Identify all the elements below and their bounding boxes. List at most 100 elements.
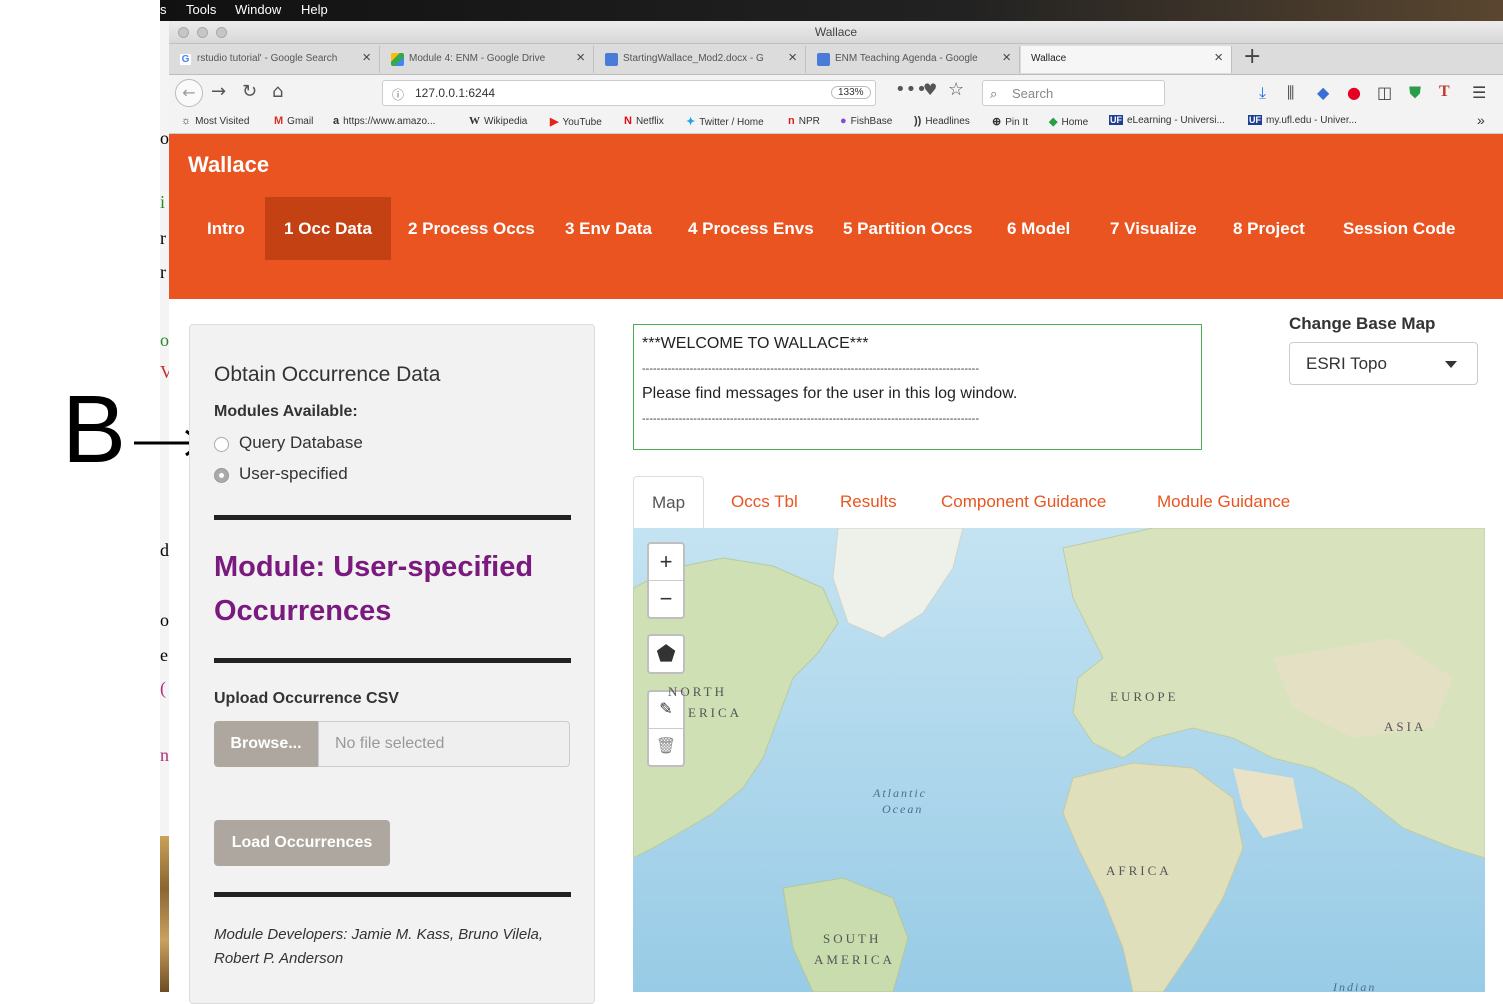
bookmark-amazon[interactable]: a https://www.amazo... (333, 115, 435, 127)
close-tab-icon[interactable]: × (576, 49, 585, 66)
bookmark-pin-it[interactable]: ⊕ Pin It (992, 115, 1028, 128)
divider (214, 515, 571, 520)
bookmark-fishbase[interactable]: ● FishBase (840, 115, 892, 127)
map-label-north-america: ERICA (688, 705, 742, 720)
close-tab-icon[interactable]: × (788, 49, 797, 66)
new-tab-icon[interactable]: + (1243, 44, 1261, 69)
pocket-icon[interactable]: ♥ (923, 80, 937, 99)
extension-icon[interactable]: ◆ (1317, 83, 1329, 102)
gmail-icon: M (274, 115, 284, 127)
close-tab-icon[interactable]: × (1002, 49, 1011, 66)
bookmark-most-visited[interactable]: ☼ Most Visited (181, 115, 249, 127)
zoom-in-button[interactable]: + (649, 544, 683, 580)
modules-available-label: Modules Available: (214, 403, 358, 420)
url-text: 127.0.0.1:6244 (415, 86, 496, 100)
shield-icon[interactable]: ⛊ (1409, 83, 1421, 103)
forward-arrow-icon[interactable]: → (211, 81, 226, 102)
nav-tab-process-occs[interactable]: 2 Process Occs (408, 197, 535, 260)
nav-tab-visualize[interactable]: 7 Visualize (1110, 197, 1197, 260)
browser-tab[interactable]: ENM Teaching Agenda - Google × (807, 46, 1020, 73)
more-bookmarks-icon[interactable]: » (1477, 112, 1485, 128)
library-icon[interactable]: ⫼ (1287, 83, 1294, 103)
browser-tab[interactable]: G rstudio tutorial' - Google Search × (169, 46, 380, 73)
nav-tab-intro[interactable]: Intro (207, 197, 245, 260)
background-text-fragment: e (160, 645, 168, 665)
nav-tab-partition-occs[interactable]: 5 Partition Occs (843, 197, 972, 260)
download-icon[interactable]: ⤓ (1259, 83, 1266, 103)
nav-tab-env-data[interactable]: 3 Env Data (565, 197, 652, 260)
nav-tab-model[interactable]: 6 Model (1007, 197, 1070, 260)
zoom-out-button[interactable]: − (649, 580, 683, 617)
app-header: Wallace Intro 1 Occ Data 2 Process Occs … (169, 134, 1503, 299)
nav-tab-session-code[interactable]: Session Code (1343, 197, 1455, 260)
close-tab-icon[interactable]: × (362, 49, 371, 66)
url-bar[interactable]: ⓘ 127.0.0.1:6244 133% (382, 80, 876, 106)
browser-tab[interactable]: Module 4: ENM - Google Drive × (381, 46, 594, 73)
bookmark-youtube[interactable]: ▶ YouTube (550, 115, 602, 128)
back-arrow-icon[interactable]: ← (175, 79, 203, 107)
trash-icon[interactable]: 🗑 (649, 728, 683, 765)
info-icon[interactable]: ⓘ (392, 86, 404, 103)
browse-button[interactable]: Browse... (214, 721, 318, 767)
tab-occs-tbl[interactable]: Occs Tbl (731, 476, 798, 528)
background-text-fragment: r (160, 228, 166, 248)
menu-item-help[interactable]: Help (301, 2, 328, 17)
window-title: Wallace (814, 25, 858, 39)
background-window-strip: o i r r o V d o e ( n (160, 0, 169, 992)
home-icon[interactable]: ⌂ (272, 81, 283, 102)
tab-component-guidance[interactable]: Component Guidance (941, 476, 1106, 528)
module-title: Module: User-specified Occurrences (214, 551, 534, 627)
background-text-fragment: d (160, 540, 169, 560)
bookmark-home[interactable]: ◆ Home (1049, 115, 1088, 128)
sidebar-icon[interactable]: ◫ (1377, 83, 1392, 102)
draw-polygon-control: ⬟ (647, 634, 685, 674)
polygon-icon[interactable]: ⬟ (649, 636, 683, 672)
pinterest-icon[interactable]: ● (1347, 83, 1361, 102)
bookmark-gmail[interactable]: M Gmail (274, 115, 313, 127)
caret-down-icon (1445, 361, 1457, 368)
browser-tab-strip: G rstudio tutorial' - Google Search × Mo… (169, 44, 1503, 75)
bookmarks-bar: ☼ Most Visited M Gmail a https://www.amazo.… (169, 111, 1503, 134)
menu-item[interactable]: s (160, 2, 167, 17)
app-brand[interactable]: Wallace (188, 152, 269, 178)
bookmark-star-icon[interactable]: ☆ (948, 79, 964, 100)
tab-module-guidance[interactable]: Module Guidance (1157, 476, 1290, 528)
bookmark-wikipedia[interactable]: W Wikipedia (469, 115, 527, 127)
bookmark-headlines[interactable]: )) Headlines (914, 115, 970, 127)
menu-icon[interactable]: ☰ (1472, 83, 1486, 102)
nav-tab-process-envs[interactable]: 4 Process Envs (688, 197, 814, 260)
user-specified-radio[interactable] (214, 468, 229, 483)
zoom-level-badge[interactable]: 133% (831, 86, 871, 99)
tab-map[interactable]: Map (633, 476, 705, 529)
nav-tab-project[interactable]: 8 Project (1233, 197, 1305, 260)
menu-item-tools[interactable]: Tools (186, 2, 216, 17)
search-input[interactable]: ⌕ Search (982, 80, 1165, 106)
bookmark-npr[interactable]: n NPR (788, 115, 820, 127)
query-database-label[interactable]: Query Database (239, 433, 363, 453)
background-text-fragment: V (160, 362, 169, 382)
load-occurrences-button[interactable]: Load Occurrences (214, 820, 390, 866)
log-separator: ----------------------------------------… (642, 363, 980, 375)
map-label-europe: EUROPE (1110, 689, 1179, 704)
sidebar-panel: Obtain Occurrence Data Modules Available… (189, 324, 595, 1004)
extension-t-icon[interactable]: T (1439, 83, 1450, 101)
browser-tab[interactable]: StartingWallace_Mod2.docx - G × (595, 46, 806, 73)
home-bookmark-icon: ◆ (1049, 116, 1058, 128)
close-tab-icon[interactable]: × (1214, 49, 1223, 66)
browser-tab-active[interactable]: Wallace × (1021, 46, 1232, 73)
menu-item-window[interactable]: Window (235, 2, 281, 17)
bookmark-elearning[interactable]: UF eLearning - Universi... (1109, 115, 1225, 126)
user-specified-label[interactable]: User-specified (239, 464, 348, 484)
nav-tab-occ-data[interactable]: 1 Occ Data (265, 197, 391, 260)
query-database-radio[interactable] (214, 437, 229, 452)
map-view[interactable]: + − ⬟ ✎ 🗑 NORTH ERICA EUROPE ASIA AFRICA… (633, 528, 1485, 992)
bookmark-netflix[interactable]: N Netflix (624, 115, 664, 127)
reload-icon[interactable]: ↻ (242, 81, 257, 102)
google-docs-icon (817, 53, 830, 66)
bookmark-twitter[interactable]: ✦ Twitter / Home (686, 115, 764, 128)
background-text-fragment: ( (160, 678, 166, 698)
file-name-field[interactable]: No file selected (318, 721, 570, 767)
bookmark-myufl[interactable]: UF my.ufl.edu - Univer... (1248, 115, 1357, 126)
base-map-select[interactable]: ESRI Topo (1289, 342, 1478, 385)
tab-results[interactable]: Results (840, 476, 897, 528)
